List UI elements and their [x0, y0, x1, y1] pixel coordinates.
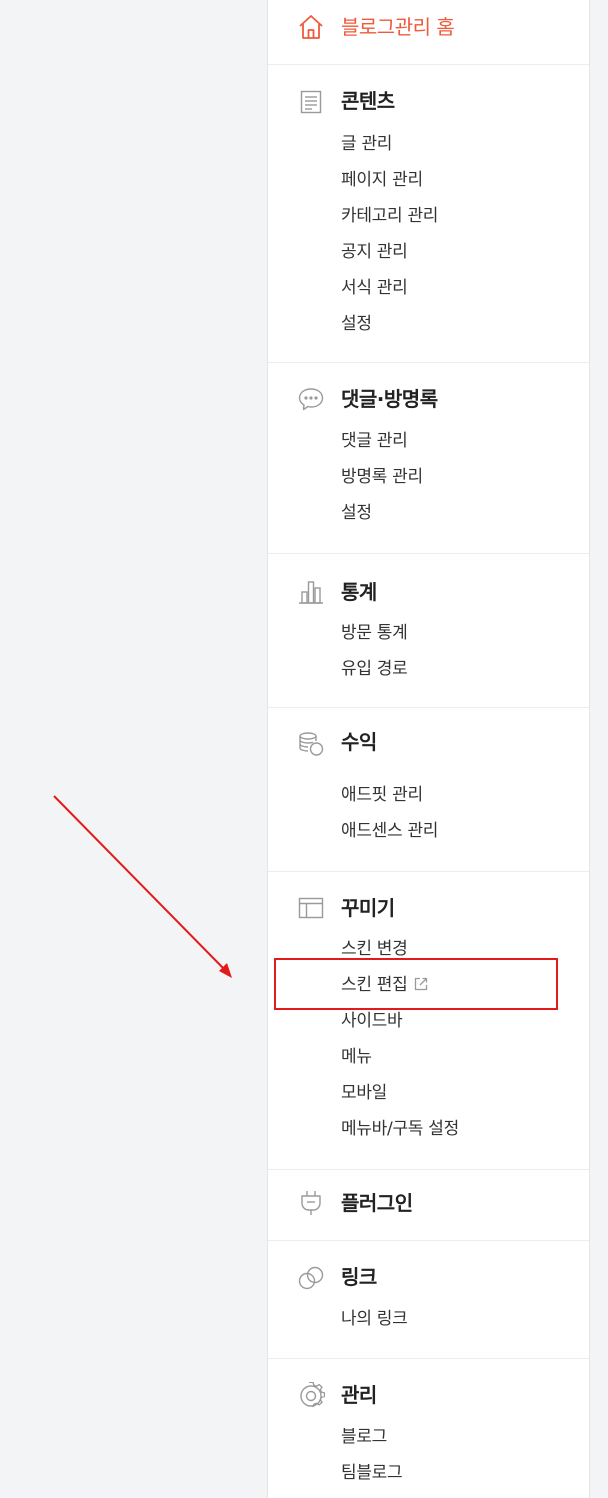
- annotation-arrow: [53, 795, 232, 978]
